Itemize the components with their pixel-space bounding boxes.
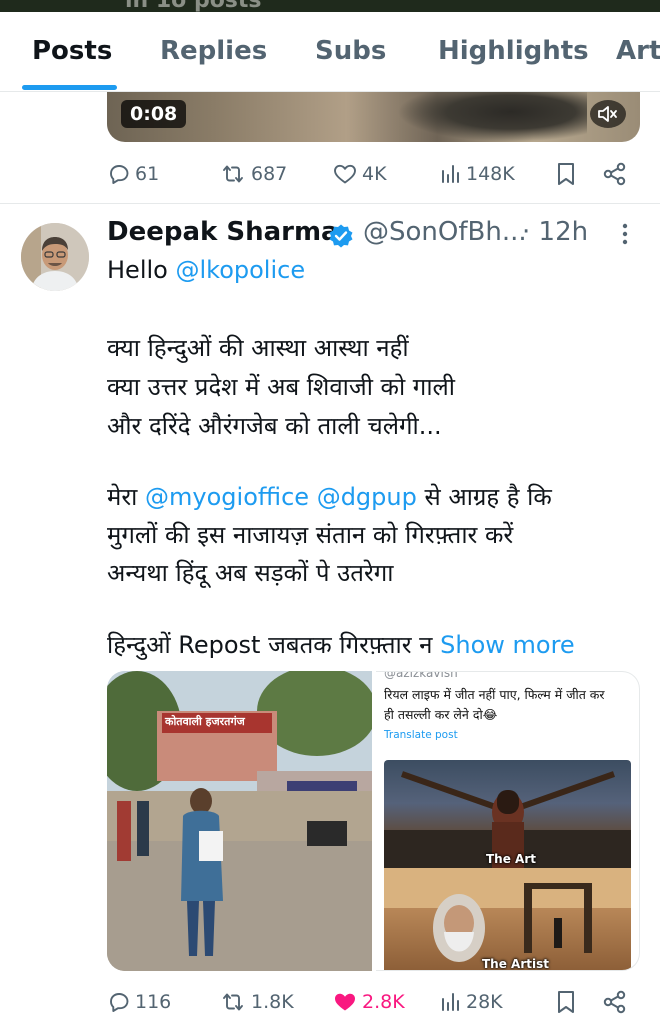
tweet1-actions: 61 687 4K 148K: [107, 154, 640, 194]
bookmark-button[interactable]: [555, 982, 577, 1022]
tweet-text-line: अन्यथा हिंदू अब सड़कों पे उतरेगा: [107, 559, 394, 587]
greeting-text: Hello: [107, 256, 168, 284]
bookmark-icon: [558, 991, 574, 1013]
tweet-text-line: मुगलों की इस नाजायज़ संतान को गिरफ़्तार …: [107, 521, 514, 549]
like-count: 4K: [362, 163, 387, 185]
tweet-divider: [0, 203, 660, 204]
header-remnant: ln 1o posts: [0, 0, 660, 12]
meme-image-bottom: The Artist: [384, 868, 631, 971]
show-more-link[interactable]: Show more: [440, 631, 575, 659]
repost-count: 1.8K: [251, 991, 294, 1013]
repost-button[interactable]: 1.8K: [219, 982, 294, 1022]
views-count: 148K: [466, 163, 515, 185]
author-handle[interactable]: @SonOfBh...: [363, 217, 527, 247]
share-button[interactable]: [602, 154, 628, 194]
repost-icon: [223, 993, 243, 1011]
meme-caption-bottom: The Artist: [482, 957, 549, 971]
views-icon: [442, 993, 459, 1011]
views-icon: [442, 165, 459, 183]
reply-icon: [110, 165, 129, 184]
bookmark-icon: [558, 163, 574, 185]
reply-count: 116: [135, 991, 172, 1013]
tweet2-actions: 116 1.8K 2.8K 28K: [107, 982, 640, 1022]
tab-replies[interactable]: Replies: [160, 36, 267, 66]
repost-button[interactable]: 687: [219, 154, 287, 194]
like-count: 2.8K: [362, 991, 405, 1013]
views-button[interactable]: 28K: [440, 982, 503, 1022]
author-name[interactable]: Deepak Sharma: [107, 217, 339, 247]
more-options-icon[interactable]: [615, 219, 635, 256]
embedded-translate-link: Translate post: [384, 729, 458, 741]
mention-dgpup[interactable]: @dgpup: [317, 483, 417, 511]
post-time[interactable]: · 12h: [522, 217, 588, 247]
tweet-photo-right[interactable]: @azizkavish रियल लाइफ में जीत नहीं पाए, …: [376, 671, 640, 971]
avatar[interactable]: [21, 223, 89, 291]
video-duration: 0:08: [121, 100, 187, 128]
like-button[interactable]: 4K: [332, 154, 387, 194]
embedded-text-line: ही तसल्ली कर लेने दो😂: [384, 707, 498, 722]
embedded-text-line: रियल लाइफ में जीत नहीं पाए, फिल्म में जी…: [384, 687, 605, 702]
tweet-header: Deepak Sharma @SonOfBh... · 12h: [107, 215, 647, 255]
share-button[interactable]: [602, 982, 628, 1022]
meme-caption-top: The Art: [486, 852, 536, 866]
tweet-photo-left[interactable]: कोतवाली हजरतगंज: [107, 671, 372, 971]
header-remnant-text: ln 1o posts: [125, 0, 262, 12]
speaker-muted-icon[interactable]: [590, 100, 626, 128]
tweet-video[interactable]: 0:08: [107, 92, 640, 142]
tweet-text-line: मेरा @myogioffice @dgpup से आग्रह है कि: [107, 480, 552, 513]
share-icon: [603, 990, 626, 1014]
active-tab-indicator: [22, 85, 117, 90]
repost-icon: [223, 165, 243, 183]
reply-button[interactable]: 61: [107, 154, 159, 194]
verified-badge-icon[interactable]: [328, 223, 354, 256]
tab-highlights[interactable]: Highlights: [438, 36, 589, 66]
like-button[interactable]: 2.8K: [332, 982, 405, 1022]
embedded-handle: @azizkavish: [384, 671, 458, 680]
tab-posts[interactable]: Posts: [32, 36, 112, 66]
tab-subs[interactable]: Subs: [315, 36, 386, 66]
heart-icon: [334, 164, 356, 184]
tweet-text-line: क्या उत्तर प्रदेश में अब शिवाजी को गाली: [107, 373, 456, 401]
para3-text: हिन्दुओं Repost जबतक गिरफ़्तार न: [107, 631, 433, 659]
para2-suffix: से आग्रह है कि: [424, 483, 552, 511]
tweet-text-line: हिन्दुओं Repost जबतक गिरफ़्तार न Show mo…: [107, 628, 575, 661]
mention-lkopolice[interactable]: @lkopolice: [175, 256, 305, 284]
tab-articles[interactable]: Art: [616, 36, 660, 66]
tweet-text-line: क्या हिन्दुओं की आस्था आस्था नहीं: [107, 334, 409, 362]
tweet-greeting: Hello @lkopolice: [107, 256, 305, 284]
profile-tab-bar: Posts Replies Subs Highlights Art: [0, 12, 660, 92]
mention-myogioffice[interactable]: @myogioffice: [145, 483, 309, 511]
views-button[interactable]: 148K: [440, 154, 515, 194]
para2-prefix: मेरा: [107, 483, 138, 511]
reply-button[interactable]: 116: [107, 982, 171, 1022]
tweet-text-line: और दरिंदे औरंगजेब को ताली चलेगी...: [107, 412, 442, 440]
reply-count: 61: [135, 163, 160, 185]
bookmark-button[interactable]: [555, 154, 577, 194]
video-frame: [397, 92, 587, 142]
station-sign-text: कोतवाली हजरतगंज: [165, 715, 245, 728]
heart-filled-icon: [335, 993, 355, 1011]
views-count: 28K: [466, 991, 503, 1013]
reply-icon: [110, 993, 129, 1012]
meme-image-top: The Art: [384, 760, 631, 868]
share-icon: [603, 162, 626, 186]
repost-count: 687: [251, 163, 288, 185]
